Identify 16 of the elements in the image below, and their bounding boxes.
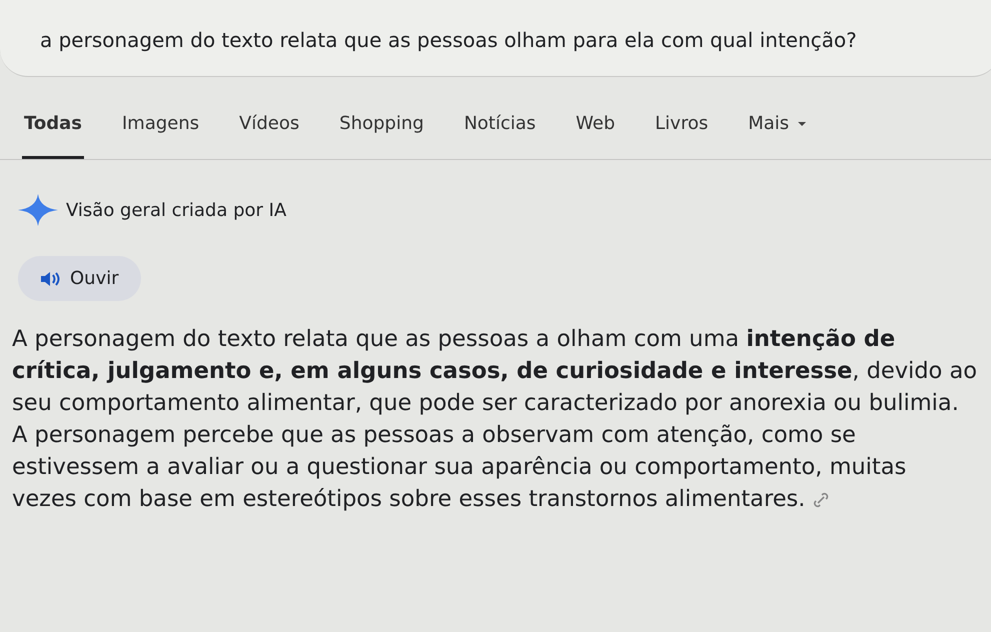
search-field[interactable]: a personagem do texto relata que as pessoas olham para ela com qual intenção? (0, 0, 991, 77)
search-tab[interactable]: Vídeos (237, 107, 302, 159)
link-icon (812, 490, 830, 509)
search-tab[interactable]: Notícias (462, 107, 538, 159)
listen-button[interactable]: Ouvir (18, 256, 141, 301)
caret-icon (797, 120, 808, 126)
sparkle-icon (18, 194, 58, 226)
answer-paragraph: A personagem do texto relata que as pessoas a olham com uma intenção de crítica, julgamento e, em alguns casos, de curiosidade e interesse, devido ao seu comportamento alimentar, que pode ser caracterizado por anorexia ou bulimia. A personagem percebe que as pessoas a observam com atenção, como se estivessem a avaliar ou a questionar sua aparência ou comportamento, muitas vezes com base em estereótipos sobre esses transtornos alimentares. (12, 325, 977, 514)
search-tab[interactable]: Imagens (120, 107, 202, 159)
speaker-icon (40, 270, 60, 286)
search-tab[interactable]: Todas (22, 107, 84, 159)
search-tab[interactable]: Livros (653, 107, 710, 159)
search-tab[interactable]: Web (574, 107, 618, 159)
search-tab[interactable]: Shopping (337, 107, 426, 159)
search-tab[interactable]: Mais (746, 107, 810, 159)
ai-overview-title: Visão geral criada por IA (66, 200, 286, 220)
